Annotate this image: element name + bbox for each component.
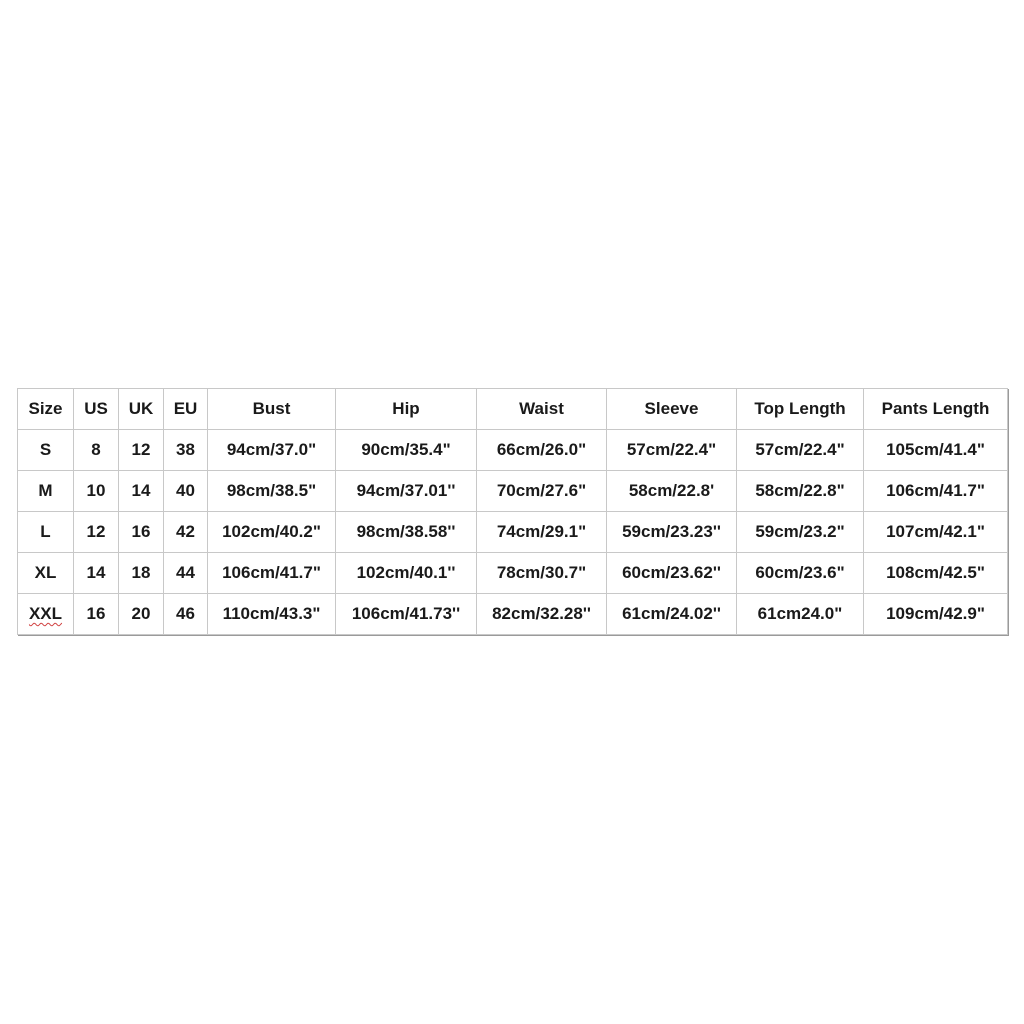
cell-top-length: 61cm24.0" bbox=[736, 593, 864, 635]
header-eu: EU bbox=[163, 388, 208, 430]
cell-us: 8 bbox=[73, 429, 119, 471]
cell-top-length: 57cm/22.4" bbox=[736, 429, 864, 471]
spellcheck-underlined-size: XXL bbox=[28, 604, 63, 623]
cell-waist: 74cm/29.1" bbox=[476, 511, 607, 553]
cell-uk: 18 bbox=[118, 552, 164, 594]
cell-uk: 16 bbox=[118, 511, 164, 553]
cell-sleeve: 58cm/22.8' bbox=[606, 470, 737, 512]
cell-uk: 20 bbox=[118, 593, 164, 635]
cell-waist: 78cm/30.7" bbox=[476, 552, 607, 594]
cell-hip: 94cm/37.01'' bbox=[335, 470, 477, 512]
header-pants-length: Pants Length bbox=[863, 388, 1008, 430]
cell-size: M bbox=[17, 470, 74, 512]
table-row: L 12 16 42 102cm/40.2" 98cm/38.58'' 74cm… bbox=[17, 511, 1008, 553]
cell-sleeve: 61cm/24.02'' bbox=[606, 593, 737, 635]
header-uk: UK bbox=[118, 388, 164, 430]
cell-bust: 106cm/41.7" bbox=[207, 552, 336, 594]
header-size: Size bbox=[17, 388, 74, 430]
cell-waist: 70cm/27.6" bbox=[476, 470, 607, 512]
cell-waist: 66cm/26.0" bbox=[476, 429, 607, 471]
cell-pants-length: 107cm/42.1" bbox=[863, 511, 1008, 553]
cell-size: L bbox=[17, 511, 74, 553]
cell-eu: 46 bbox=[163, 593, 208, 635]
cell-us: 16 bbox=[73, 593, 119, 635]
cell-size: S bbox=[17, 429, 74, 471]
table-row: S 8 12 38 94cm/37.0" 90cm/35.4" 66cm/26.… bbox=[17, 429, 1008, 471]
header-top-length: Top Length bbox=[736, 388, 864, 430]
cell-uk: 12 bbox=[118, 429, 164, 471]
header-sleeve: Sleeve bbox=[606, 388, 737, 430]
cell-pants-length: 105cm/41.4" bbox=[863, 429, 1008, 471]
cell-sleeve: 59cm/23.23'' bbox=[606, 511, 737, 553]
cell-pants-length: 108cm/42.5" bbox=[863, 552, 1008, 594]
cell-bust: 110cm/43.3" bbox=[207, 593, 336, 635]
cell-size: XXL bbox=[17, 593, 74, 635]
cell-bust: 102cm/40.2" bbox=[207, 511, 336, 553]
cell-us: 14 bbox=[73, 552, 119, 594]
cell-pants-length: 109cm/42.9" bbox=[863, 593, 1008, 635]
cell-eu: 40 bbox=[163, 470, 208, 512]
cell-bust: 94cm/37.0" bbox=[207, 429, 336, 471]
cell-top-length: 60cm/23.6" bbox=[736, 552, 864, 594]
header-hip: Hip bbox=[335, 388, 477, 430]
cell-hip: 106cm/41.73'' bbox=[335, 593, 477, 635]
table-row: XL 14 18 44 106cm/41.7" 102cm/40.1'' 78c… bbox=[17, 552, 1008, 594]
cell-waist: 82cm/32.28'' bbox=[476, 593, 607, 635]
header-bust: Bust bbox=[207, 388, 336, 430]
cell-eu: 38 bbox=[163, 429, 208, 471]
cell-us: 10 bbox=[73, 470, 119, 512]
cell-size: XL bbox=[17, 552, 74, 594]
cell-bust: 98cm/38.5" bbox=[207, 470, 336, 512]
cell-top-length: 58cm/22.8" bbox=[736, 470, 864, 512]
header-us: US bbox=[73, 388, 119, 430]
header-waist: Waist bbox=[476, 388, 607, 430]
cell-hip: 98cm/38.58'' bbox=[335, 511, 477, 553]
cell-eu: 42 bbox=[163, 511, 208, 553]
header-row: Size US UK EU Bust Hip Waist Sleeve Top … bbox=[17, 388, 1008, 430]
cell-pants-length: 106cm/41.7" bbox=[863, 470, 1008, 512]
cell-eu: 44 bbox=[163, 552, 208, 594]
cell-sleeve: 57cm/22.4" bbox=[606, 429, 737, 471]
table-row: M 10 14 40 98cm/38.5" 94cm/37.01'' 70cm/… bbox=[17, 470, 1008, 512]
cell-sleeve: 60cm/23.62'' bbox=[606, 552, 737, 594]
cell-hip: 102cm/40.1'' bbox=[335, 552, 477, 594]
cell-hip: 90cm/35.4" bbox=[335, 429, 477, 471]
size-chart-table: Size US UK EU Bust Hip Waist Sleeve Top … bbox=[17, 388, 1008, 635]
table-row: XXL 16 20 46 110cm/43.3" 106cm/41.73'' 8… bbox=[17, 593, 1008, 635]
cell-top-length: 59cm/23.2" bbox=[736, 511, 864, 553]
cell-uk: 14 bbox=[118, 470, 164, 512]
cell-us: 12 bbox=[73, 511, 119, 553]
